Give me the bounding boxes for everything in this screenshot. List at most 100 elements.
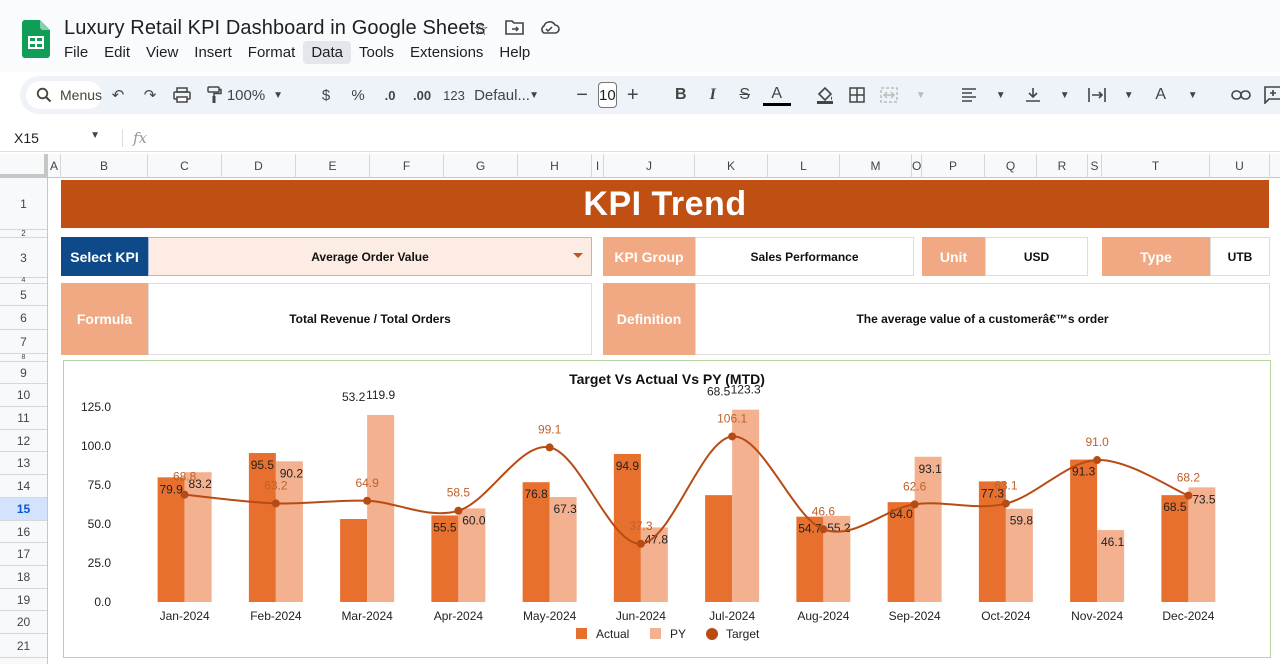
column-header[interactable]: H xyxy=(518,154,592,178)
sheets-logo-icon[interactable] xyxy=(22,20,50,58)
row-header[interactable]: 19 xyxy=(0,589,47,611)
menu-tools[interactable]: Tools xyxy=(351,41,402,64)
y-tick-label: 25.0 xyxy=(88,556,112,570)
row-header[interactable]: 16 xyxy=(0,521,47,543)
menu-edit[interactable]: Edit xyxy=(96,41,138,64)
increase-font-size-button[interactable]: + xyxy=(619,81,647,109)
row-header-selected[interactable]: 15 xyxy=(0,498,47,521)
column-header[interactable]: S xyxy=(1088,154,1102,178)
merge-cells-icon[interactable] xyxy=(875,81,903,109)
row-header[interactable]: 13 xyxy=(0,452,47,475)
font-size-input[interactable]: 10 xyxy=(598,82,617,108)
text-wrapping-icon[interactable] xyxy=(1083,81,1111,109)
undo-icon[interactable]: ↶ xyxy=(104,81,132,109)
column-header[interactable]: G xyxy=(444,154,518,178)
strikethrough-icon[interactable]: S xyxy=(731,81,759,109)
actual-bar xyxy=(248,453,276,602)
sheet-grid[interactable]: KPI Trend Select KPI Average Order Value… xyxy=(48,178,1280,664)
column-header[interactable]: C xyxy=(148,154,222,178)
row-header[interactable]: 7 xyxy=(0,330,47,354)
row-header[interactable]: 21 xyxy=(0,634,47,658)
column-header[interactable]: K xyxy=(695,154,768,178)
increase-decimal-button[interactable]: .00 xyxy=(408,81,436,109)
column-header[interactable]: D xyxy=(222,154,296,178)
row-header[interactable]: 20 xyxy=(0,611,47,634)
italic-icon[interactable]: I xyxy=(699,81,727,109)
document-title[interactable]: Luxury Retail KPI Dashboard in Google Sh… xyxy=(64,17,485,40)
borders-icon[interactable] xyxy=(843,81,871,109)
row-header[interactable]: 14 xyxy=(0,475,47,498)
horizontal-align-icon[interactable] xyxy=(955,81,983,109)
column-header[interactable]: M xyxy=(840,154,912,178)
column-header[interactable]: I xyxy=(592,154,604,178)
select-kpi-dropdown[interactable]: Average Order Value xyxy=(148,237,592,276)
menu-format[interactable]: Format xyxy=(240,41,304,64)
vertical-align-icon[interactable] xyxy=(1019,81,1047,109)
decrease-font-size-button[interactable]: − xyxy=(568,81,596,109)
paint-format-icon[interactable] xyxy=(200,81,228,109)
insert-link-icon[interactable] xyxy=(1227,81,1255,109)
print-icon[interactable] xyxy=(168,81,196,109)
chevron-down-icon[interactable]: ▼ xyxy=(987,81,1015,109)
row-header[interactable]: 5 xyxy=(0,284,47,306)
move-folder-icon[interactable] xyxy=(504,18,526,40)
row-header[interactable]: 17 xyxy=(0,543,47,566)
column-header[interactable]: B xyxy=(61,154,148,178)
column-header[interactable]: L xyxy=(768,154,840,178)
menu-extensions[interactable]: Extensions xyxy=(402,41,491,64)
column-header[interactable]: F xyxy=(370,154,444,178)
dropdown-arrow-icon[interactable] xyxy=(573,253,583,258)
currency-format-button[interactable]: $ xyxy=(312,81,340,109)
menu-file[interactable]: File xyxy=(56,41,96,64)
menu-data[interactable]: Data xyxy=(303,41,351,64)
font-family-select[interactable]: Defaul... xyxy=(474,81,530,109)
select-all-corner[interactable] xyxy=(0,154,48,178)
redo-icon[interactable]: ↷ xyxy=(136,81,164,109)
row-header[interactable]: 8 xyxy=(0,354,47,362)
bold-icon[interactable]: B xyxy=(667,81,695,109)
text-color-icon[interactable]: A xyxy=(762,84,791,106)
row-header[interactable]: 12 xyxy=(0,430,47,452)
row-header[interactable]: 9 xyxy=(0,362,47,384)
menu-view[interactable]: View xyxy=(138,41,186,64)
column-header[interactable]: J xyxy=(604,154,695,178)
column-header[interactable]: A xyxy=(48,154,61,178)
menus-search[interactable]: Menus xyxy=(26,81,103,109)
row-header[interactable]: 3 xyxy=(0,238,47,278)
column-header[interactable]: U xyxy=(1210,154,1270,178)
row-header[interactable]: 6 xyxy=(0,306,47,330)
text-rotation-icon[interactable]: A xyxy=(1147,81,1175,109)
name-box[interactable]: X15 ▼ xyxy=(0,130,106,146)
chevron-down-icon[interactable]: ▼ xyxy=(1051,81,1079,109)
chevron-down-icon[interactable]: ▼ xyxy=(907,81,935,109)
insert-comment-icon[interactable] xyxy=(1259,81,1280,109)
row-header[interactable]: 2 xyxy=(0,230,47,238)
target-point xyxy=(1184,491,1193,500)
chevron-down-icon[interactable]: ▼ xyxy=(520,81,548,109)
menu-help[interactable]: Help xyxy=(491,41,538,64)
menu-insert[interactable]: Insert xyxy=(186,41,240,64)
column-header[interactable]: R xyxy=(1037,154,1088,178)
fill-color-icon[interactable] xyxy=(811,81,839,109)
legend-label: Target xyxy=(726,627,760,641)
chevron-down-icon[interactable]: ▼ xyxy=(1115,81,1143,109)
column-header[interactable]: E xyxy=(296,154,370,178)
chevron-down-icon[interactable]: ▼ xyxy=(264,81,292,109)
row-header[interactable]: 10 xyxy=(0,384,47,407)
star-icon[interactable]: ☆ xyxy=(470,18,492,40)
row-header[interactable]: 11 xyxy=(0,407,47,430)
zoom-select[interactable]: 100% xyxy=(227,81,265,109)
more-formats-button[interactable]: 123 xyxy=(440,81,468,109)
kpi-trend-chart[interactable]: Target Vs Actual Vs PY (MTD) 0.0 25.0 50.0… xyxy=(63,360,1271,658)
row-header[interactable]: 18 xyxy=(0,566,47,589)
chevron-down-icon[interactable]: ▼ xyxy=(1179,81,1207,109)
column-header[interactable]: P xyxy=(922,154,985,178)
decrease-decimal-button[interactable]: .0 xyxy=(376,81,404,109)
row-header[interactable]: 1 xyxy=(0,178,47,230)
y-tick-label: 50.0 xyxy=(88,517,112,531)
column-header[interactable]: Q xyxy=(985,154,1037,178)
column-header[interactable]: T xyxy=(1102,154,1210,178)
cloud-status-icon[interactable] xyxy=(538,18,560,40)
percent-format-button[interactable]: % xyxy=(344,81,372,109)
column-header[interactable]: O xyxy=(912,154,922,178)
